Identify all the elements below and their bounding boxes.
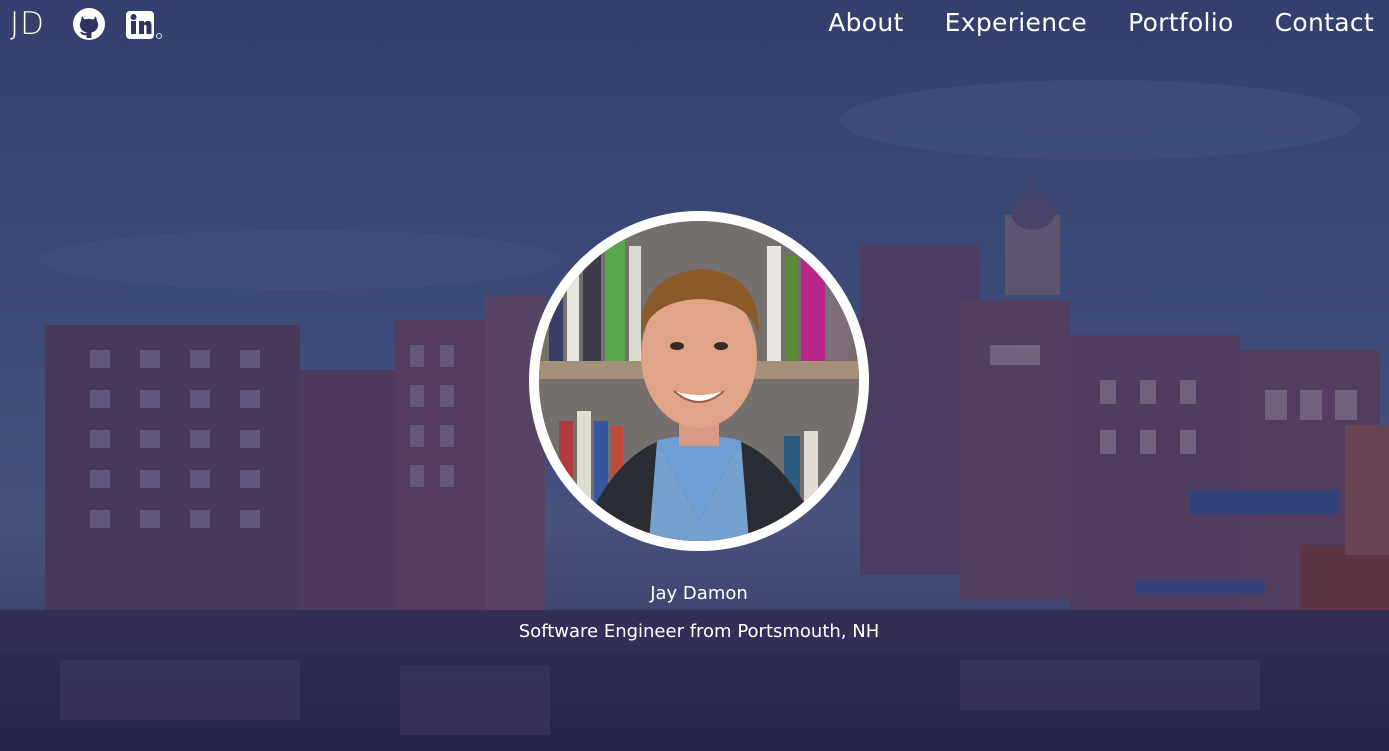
main-nav: About Experience Portfolio Contact	[828, 8, 1374, 37]
nav-link-contact[interactable]: Contact	[1275, 8, 1374, 37]
nav-link-about[interactable]: About	[828, 8, 903, 37]
nav-link-portfolio[interactable]: Portfolio	[1128, 8, 1234, 37]
profile-avatar	[529, 211, 869, 551]
profile-name: Jay Damon	[650, 583, 748, 604]
linkedin-icon[interactable]	[124, 7, 164, 41]
github-icon[interactable]	[72, 7, 106, 41]
top-navigation-bar: JD About Experience Portfolio Contact	[0, 0, 1389, 50]
nav-link-experience[interactable]: Experience	[945, 8, 1087, 37]
profile-photo	[539, 221, 859, 541]
logo-home-link[interactable]: JD	[10, 6, 45, 42]
profile-tagline: Software Engineer from Portsmouth, NH	[518, 621, 880, 642]
